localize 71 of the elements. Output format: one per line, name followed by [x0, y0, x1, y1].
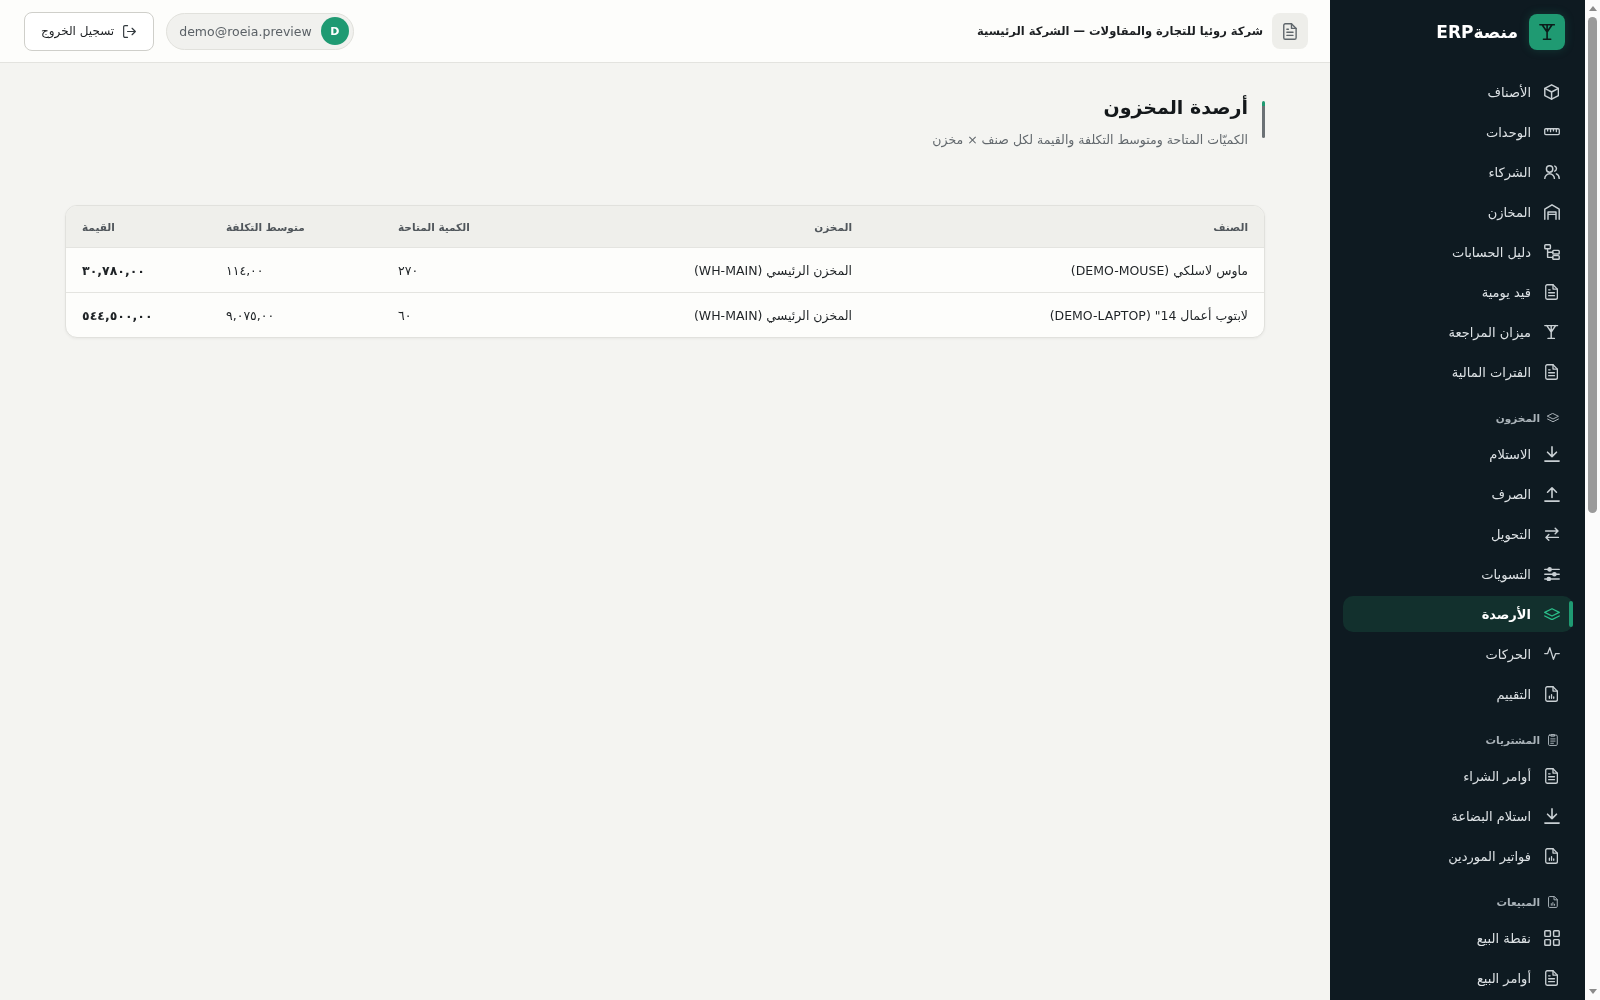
column-header: المخزن	[813, 219, 853, 236]
layers-icon	[1543, 607, 1560, 621]
nav-item[interactable]: أوامر البيع	[1343, 960, 1573, 996]
section-label: المشتريات	[1485, 734, 1540, 746]
section-label: المخزون	[1495, 412, 1540, 424]
nav-item[interactable]: استلام البضاعة	[1343, 798, 1573, 834]
table-cell-text: المخزن الرئيسي (WH-MAIN)	[692, 306, 853, 326]
table-cell-text: ٦٠	[397, 306, 413, 325]
logout-icon	[123, 24, 137, 38]
nav-item[interactable]: التسويات	[1343, 556, 1573, 592]
nav-item[interactable]: الأرصدة	[1343, 596, 1573, 632]
table-cell-text: لابتوب أعمال 14" (DEMO-LAPTOP)	[1048, 306, 1249, 326]
upload-icon	[1543, 486, 1560, 502]
logout-button[interactable]: تسجيل الخروج	[24, 11, 155, 51]
document-icon	[1544, 284, 1559, 300]
nav-item[interactable]: دليل الحسابات	[1343, 234, 1573, 270]
user-email: demo@roeia.preview	[179, 23, 312, 39]
document-icon	[1544, 970, 1559, 986]
nav-item[interactable]: نقطة البيع	[1343, 920, 1573, 956]
clipboard-icon	[1548, 734, 1558, 746]
column-header: الكمية المتاحة	[397, 219, 471, 235]
column-header: متوسط التكلفة	[225, 219, 306, 236]
nav-item[interactable]: التحويل	[1343, 516, 1573, 552]
goblet-icon	[1544, 324, 1559, 340]
swap-arrows-icon	[1543, 526, 1560, 542]
table-cell-text: ٣٠,٧٨٠,٠٠	[81, 261, 146, 280]
section-label: المبيعات	[1496, 896, 1540, 908]
file-chart-icon	[1548, 896, 1558, 908]
nav-item[interactable]: الفترات المالية	[1343, 354, 1573, 390]
table-cell-text: ٥٤٤,٥٠٠,٠٠	[81, 306, 154, 325]
scrollbar[interactable]	[1585, 0, 1600, 1000]
nav-item[interactable]: الصرف	[1343, 476, 1573, 512]
file-chart-icon	[1544, 686, 1559, 702]
download-icon	[1543, 446, 1560, 462]
pulse-icon	[1543, 647, 1560, 661]
download-icon	[1543, 808, 1560, 824]
sliders-icon	[1543, 566, 1560, 582]
nav-item[interactable]: قيد يومية	[1343, 274, 1573, 310]
nav-item[interactable]: ميزان المراجعة	[1343, 314, 1573, 350]
table-cell-text: ماوس لاسلكي (DEMO-MOUSE)	[1069, 261, 1249, 281]
goblet-icon	[1529, 13, 1565, 50]
page-subtitle: الكميّات المتاحة ومتوسط التكلفة والقيمة لكل صنف × مخزن	[932, 131, 1248, 149]
table-cell-text: المخزن الرئيسي (WH-MAIN)	[692, 261, 853, 281]
box-icon	[1543, 84, 1560, 100]
grid-icon	[1543, 930, 1560, 946]
nav-item[interactable]: الاستلام	[1343, 436, 1573, 472]
nav-item[interactable]: المخازن	[1343, 194, 1573, 230]
nav-item[interactable]: الوحدات	[1343, 114, 1573, 150]
brand-name: منصةERP	[1436, 21, 1518, 42]
document-icon	[1544, 768, 1559, 784]
nav-item[interactable]: أوامر الشراء	[1343, 758, 1573, 794]
nav-item[interactable]: الشركاء	[1343, 154, 1573, 190]
nav-item[interactable]: التقييم	[1343, 676, 1573, 712]
document-icon	[1272, 13, 1308, 49]
table-cell-text: ٩,٠٧٥,٠٠	[225, 306, 276, 325]
company-name: شركة روئيا للتجارة والمقاولات — الشركة الرئيسية	[976, 24, 1263, 38]
document-icon	[1544, 364, 1559, 380]
file-chart-icon	[1544, 848, 1559, 864]
ruler-icon	[1543, 128, 1560, 136]
nav-item[interactable]: الأصناف	[1343, 74, 1573, 110]
warehouse-icon	[1543, 204, 1560, 220]
users-icon	[1543, 164, 1560, 180]
nav-item[interactable]: فواتير الموردين	[1343, 838, 1573, 874]
column-header: الصنف	[1212, 219, 1249, 235]
layers-icon	[1547, 413, 1559, 423]
hierarchy-icon	[1543, 244, 1560, 260]
table-cell-text: ١١٤,٠٠	[225, 261, 265, 280]
table-cell-text: ٢٧٠	[397, 261, 420, 280]
column-header: القيمة	[81, 219, 116, 235]
page-title: أرصدة المخزون	[1102, 94, 1248, 121]
nav-item[interactable]: الحركات	[1343, 636, 1573, 672]
